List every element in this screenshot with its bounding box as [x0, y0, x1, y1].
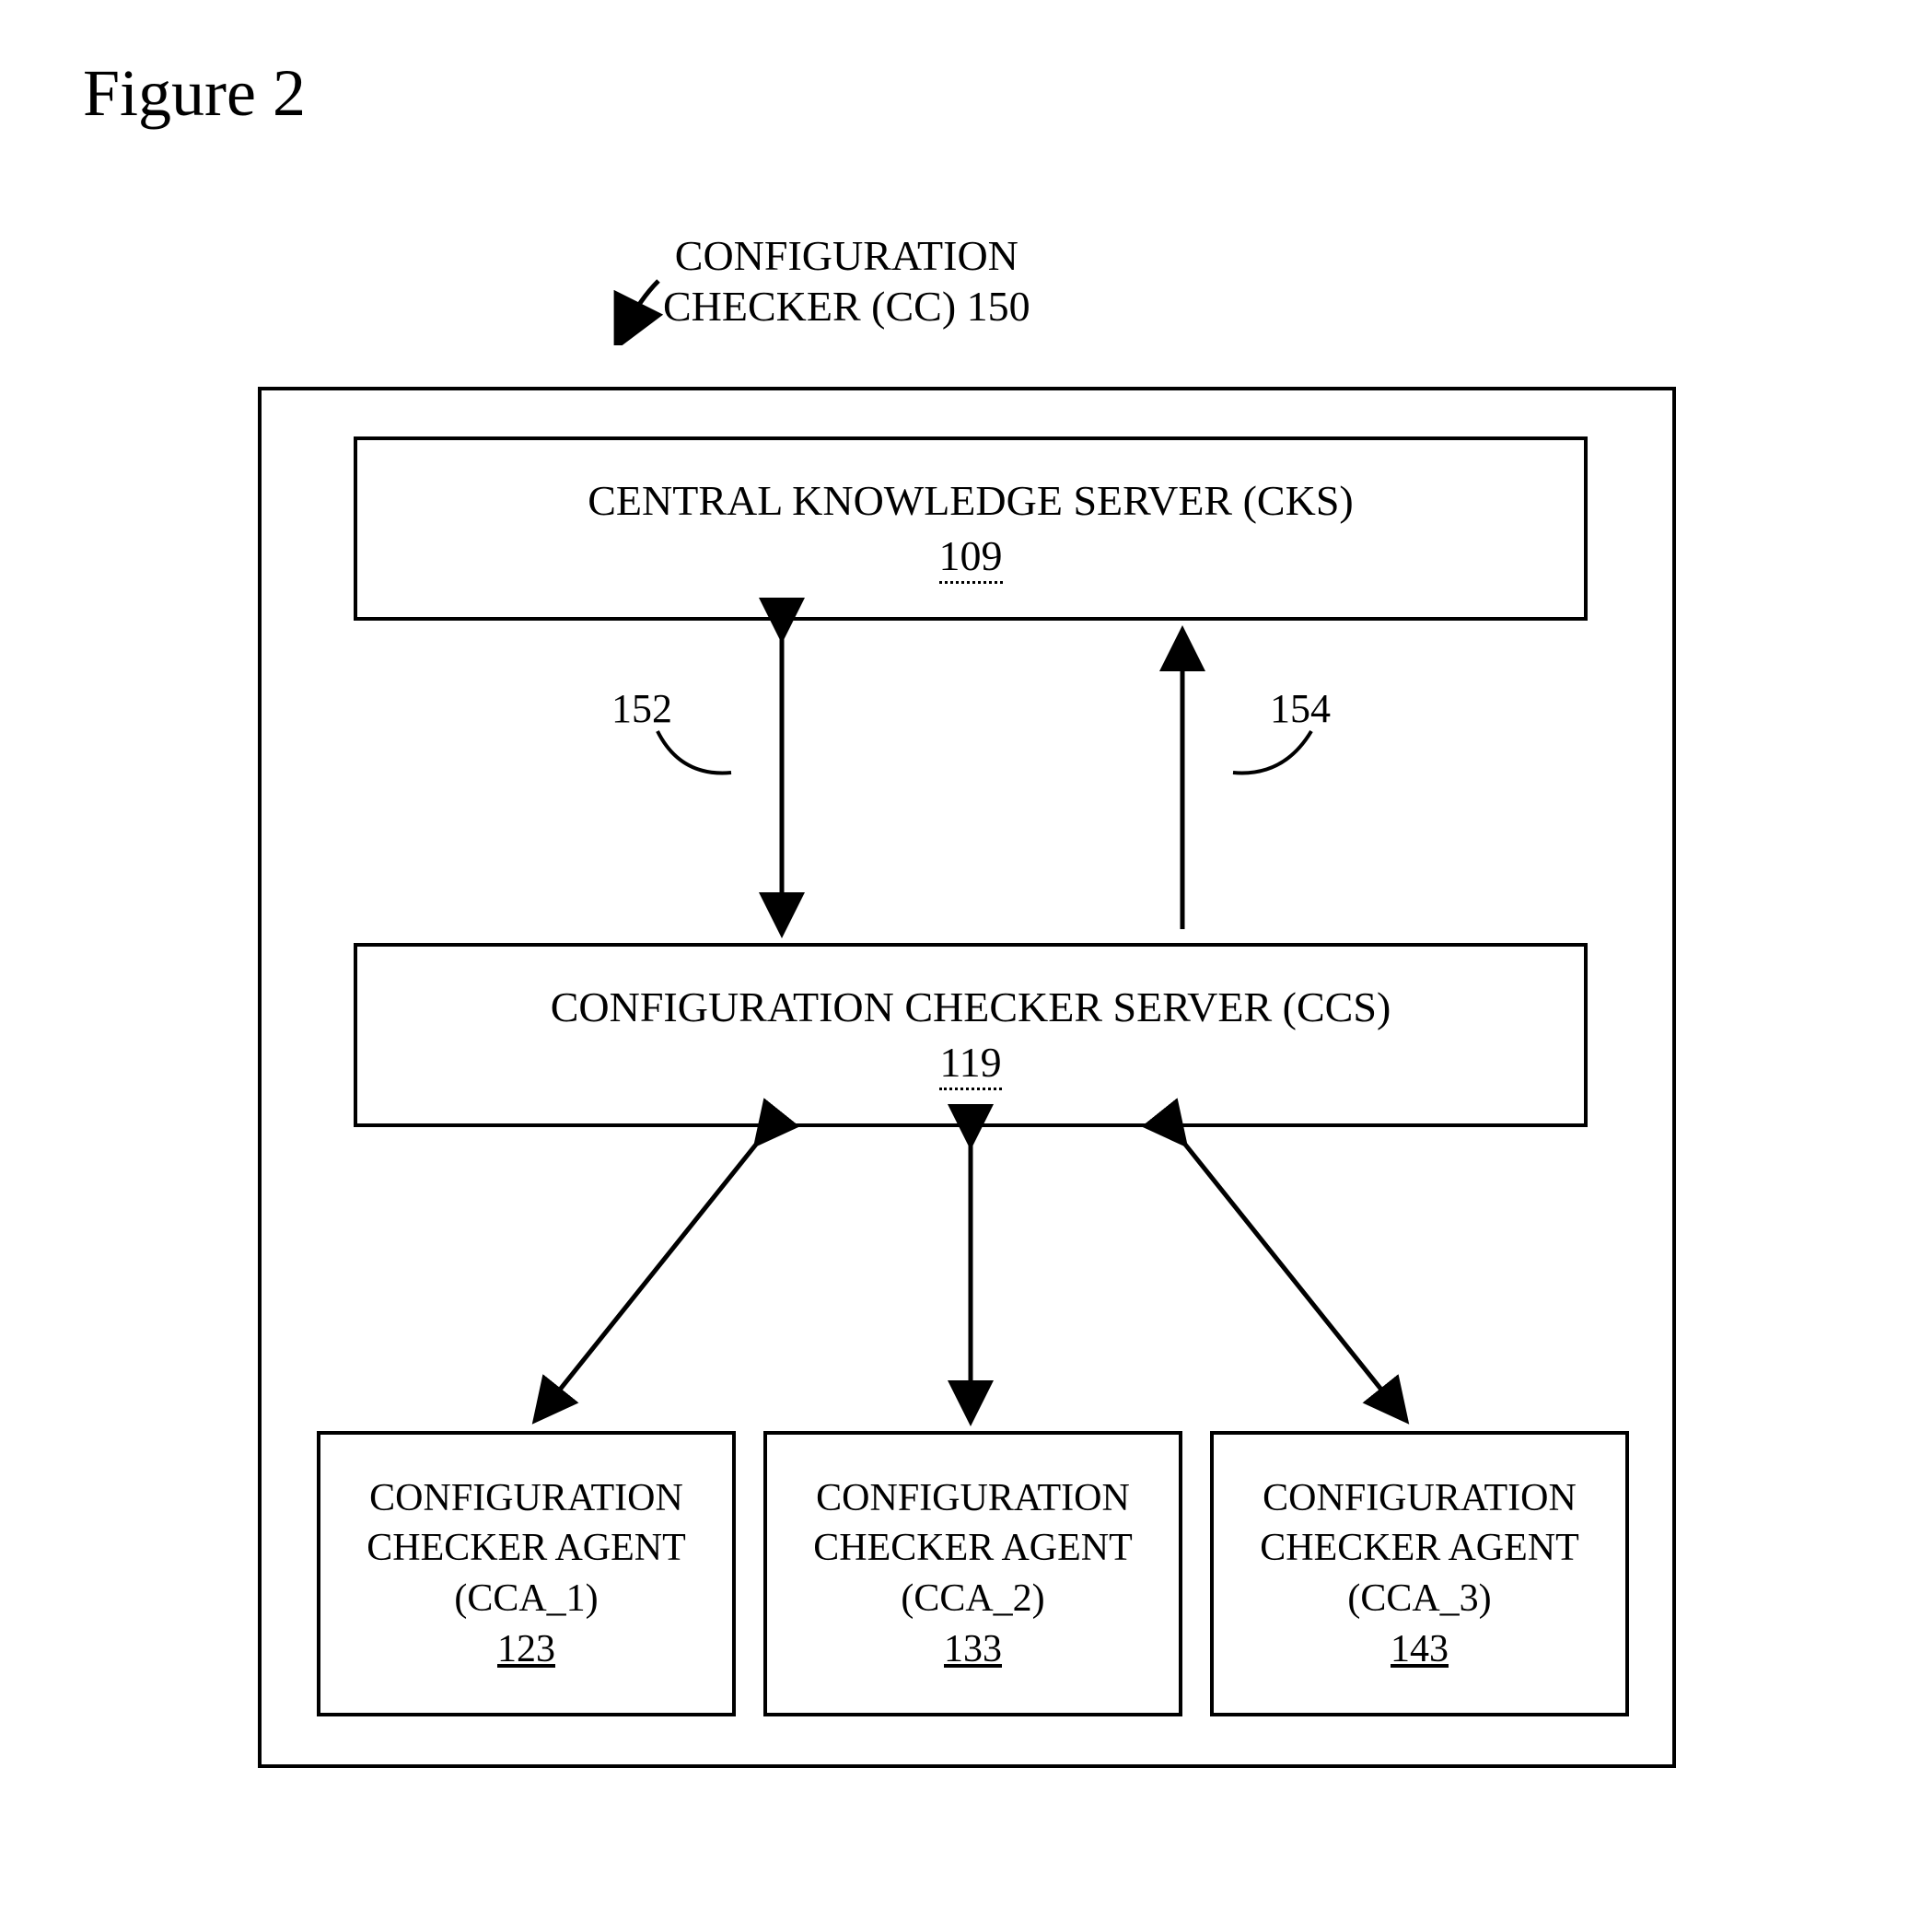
agent1-block: CONFIGURATION CHECKER AGENT (CCA_1) 123: [317, 1431, 736, 1716]
main-container: CENTRAL KNOWLEDGE SERVER (CKS) 109 CONFI…: [258, 387, 1676, 1768]
diagram-title: CONFIGURATION CHECKER (CC) 150: [663, 230, 1030, 332]
agent2-line3: (CCA_2): [901, 1574, 1044, 1624]
arrow-label-154: 154: [1270, 685, 1331, 732]
agent2-block: CONFIGURATION CHECKER AGENT (CCA_2) 133: [763, 1431, 1182, 1716]
agent2-line2: CHECKER AGENT: [813, 1523, 1133, 1574]
agent1-ref: 123: [497, 1628, 555, 1670]
title-line1: CONFIGURATION: [663, 230, 1030, 281]
agent3-line3: (CCA_3): [1347, 1574, 1491, 1624]
cks-label: CENTRAL KNOWLEDGE SERVER (CKS): [588, 473, 1354, 529]
agent1-line2: CHECKER AGENT: [367, 1523, 686, 1574]
agent3-block: CONFIGURATION CHECKER AGENT (CCA_3) 143: [1210, 1431, 1629, 1716]
agent3-ref: 143: [1391, 1628, 1449, 1670]
agent2-ref: 133: [944, 1628, 1002, 1670]
arrow-label-152: 152: [611, 685, 672, 732]
agent3-line1: CONFIGURATION: [1263, 1473, 1577, 1524]
title-pointer-arrow: [608, 272, 672, 345]
ccs-label: CONFIGURATION CHECKER SERVER (CCS): [551, 980, 1391, 1035]
agent2-line1: CONFIGURATION: [816, 1473, 1130, 1524]
title-line2: CHECKER (CC) 150: [663, 281, 1030, 332]
cks-block: CENTRAL KNOWLEDGE SERVER (CKS) 109: [354, 436, 1588, 621]
ccs-block: CONFIGURATION CHECKER SERVER (CCS) 119: [354, 943, 1588, 1127]
agent1-line1: CONFIGURATION: [369, 1473, 683, 1524]
agent1-line3: (CCA_1): [454, 1574, 598, 1624]
agent3-line2: CHECKER AGENT: [1260, 1523, 1579, 1574]
ccs-ref: 119: [939, 1039, 1001, 1090]
cks-ref: 109: [939, 532, 1003, 584]
figure-label: Figure 2: [83, 55, 306, 132]
